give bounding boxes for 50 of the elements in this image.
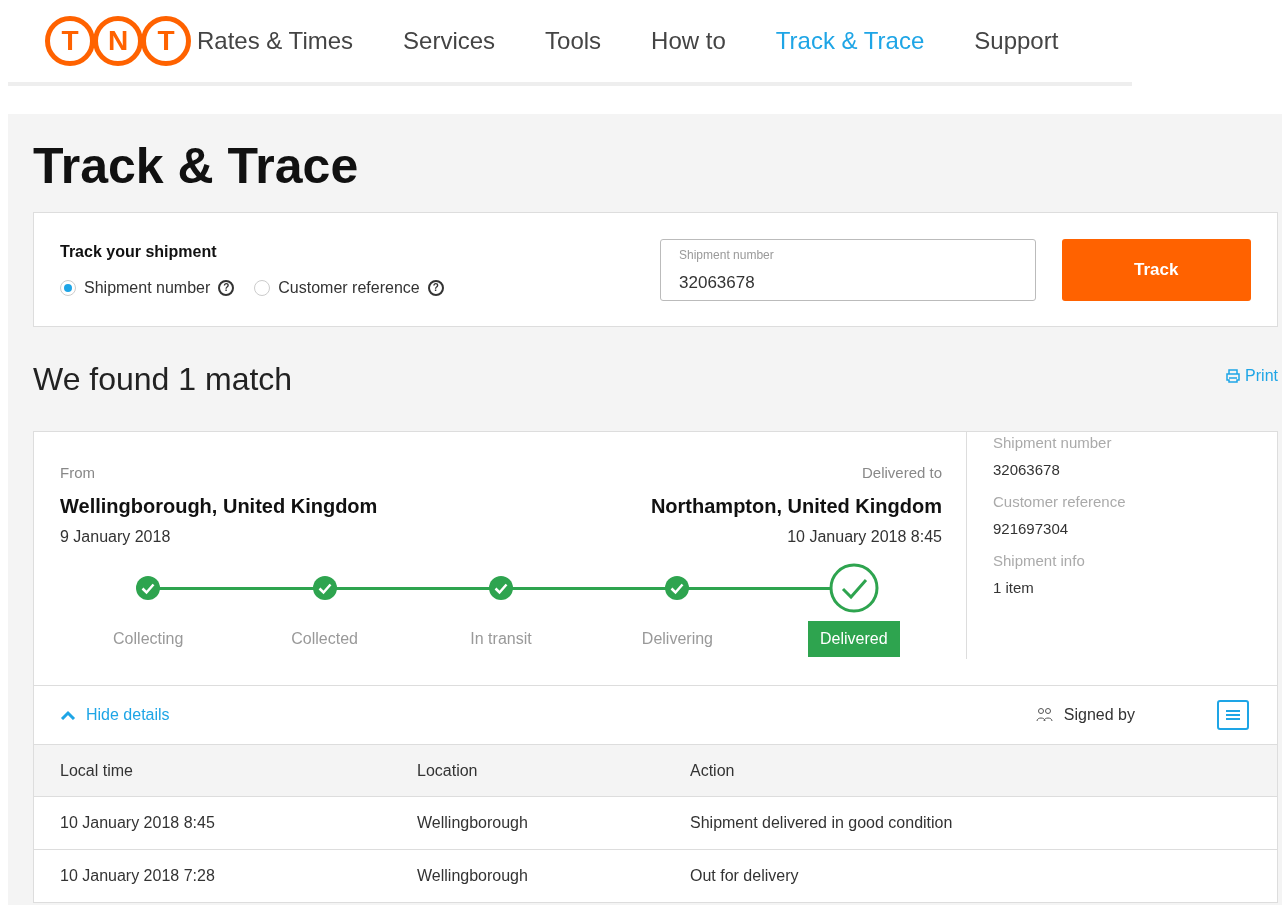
to-label: Delivered to	[861, 463, 942, 483]
check-icon	[664, 574, 691, 601]
help-icon[interactable]: ?	[427, 279, 444, 296]
column-header: Local time	[60, 760, 134, 781]
page-title: Track & Trace	[33, 137, 360, 196]
info-value: 1 item	[993, 577, 1035, 598]
table-cell-text: Wellingborough	[417, 813, 529, 833]
from-date: 9 January 2018	[60, 526, 172, 547]
table-cell-text: Wellingborough	[417, 866, 529, 886]
to-date: 10 January 2018 8:45	[787, 526, 942, 547]
table-cell-text: 10 January 2018 7:28	[60, 866, 216, 886]
info-label: Customer reference	[993, 492, 1126, 512]
info-label: Shipment number	[993, 433, 1113, 453]
from-location: Wellingborough, United Kingdom	[60, 493, 378, 519]
chevron-up-icon	[60, 710, 76, 720]
table-cell-text: 10 January 2018 8:45	[60, 813, 216, 833]
nav-link[interactable]: How to	[651, 23, 726, 59]
check-icon	[488, 574, 514, 601]
list-view-button[interactable]	[1217, 700, 1249, 730]
table-cell-text: Shipment delivered in good condition	[690, 813, 953, 833]
info-value: 32063678	[993, 459, 1061, 480]
check-icon	[311, 574, 338, 601]
info-label: Shipment info	[993, 551, 1086, 571]
printer-icon	[1225, 368, 1242, 384]
search-heading: Track your shipment	[60, 241, 218, 262]
radio-label[interactable]: Customer reference	[278, 275, 420, 300]
check-icon	[827, 561, 880, 614]
check-icon	[135, 574, 162, 601]
step-label: Collecting	[112, 628, 185, 649]
to-location: Northampton, United Kingdom	[650, 493, 942, 519]
info-value: 921697304	[993, 518, 1070, 539]
from-label: From	[60, 463, 96, 483]
nav-link[interactable]: Support	[974, 23, 1059, 59]
help-icon[interactable]: ?	[218, 279, 235, 296]
step-label: Delivered	[808, 620, 900, 657]
results-title: We found 1 match	[33, 360, 293, 399]
nav-link[interactable]: Services	[403, 23, 496, 59]
shipment-number-field[interactable]: Shipment number 32063678	[660, 238, 1036, 301]
radio-label[interactable]: Shipment number	[84, 275, 211, 300]
step-label: Delivering	[640, 628, 714, 649]
list-icon	[1226, 710, 1240, 720]
column-header: Action	[690, 760, 735, 781]
nav-link[interactable]: Rates & Times	[197, 23, 354, 59]
nav-link[interactable]: Tools	[545, 23, 602, 59]
step-label: Collected	[290, 628, 359, 649]
people-icon	[1035, 707, 1054, 723]
table-cell-text: Out for delivery	[690, 866, 799, 886]
step-label: In transit	[469, 628, 533, 649]
signed-by-label: Signed by	[1063, 705, 1135, 725]
column-header: Location	[417, 760, 479, 781]
